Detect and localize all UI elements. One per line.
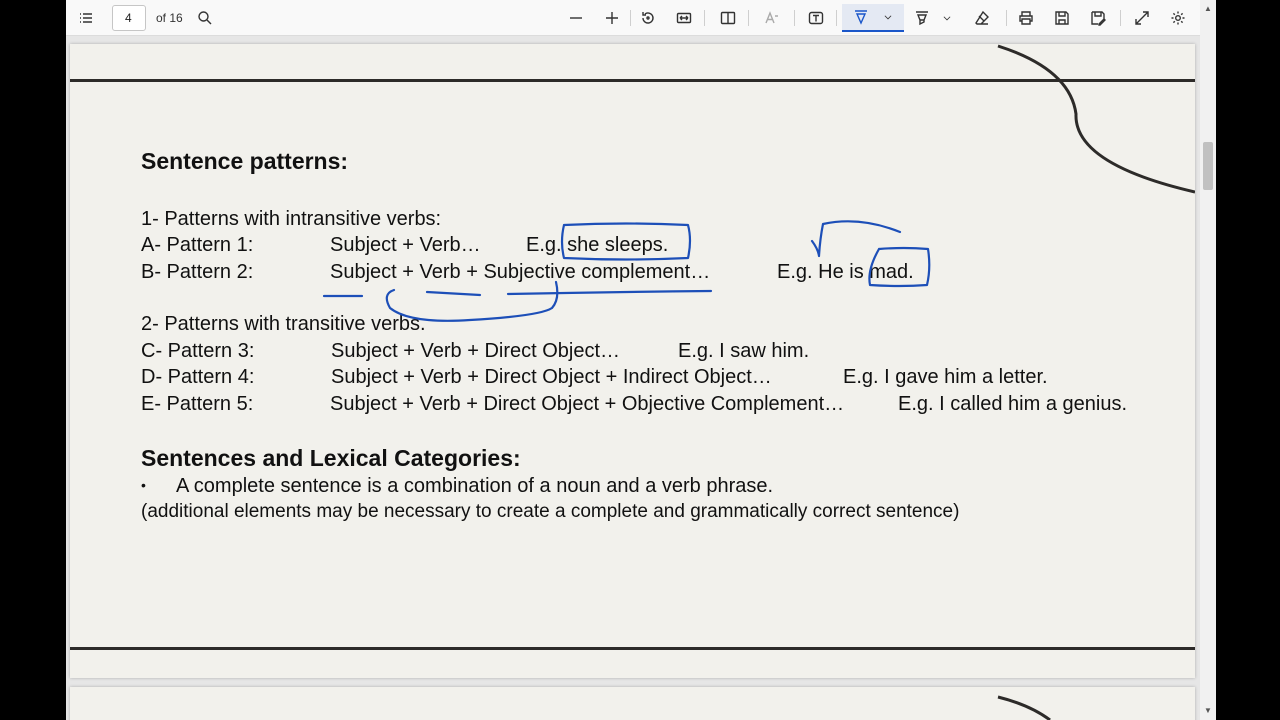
scroll-down-icon[interactable]: ▼ bbox=[1204, 706, 1212, 715]
fullscreen-icon[interactable] bbox=[1128, 4, 1156, 32]
intransitive-title: 1- Patterns with intransitive verbs: bbox=[141, 208, 442, 230]
settings-icon[interactable] bbox=[1164, 4, 1192, 32]
zoom-in-icon[interactable] bbox=[598, 4, 626, 32]
highlight-icon[interactable] bbox=[908, 4, 936, 32]
print-icon[interactable] bbox=[1012, 4, 1040, 32]
page-view-icon[interactable] bbox=[714, 4, 742, 32]
pattern-formula: Subject + Verb + Subjective complement… bbox=[330, 261, 711, 283]
pdf-page-next bbox=[70, 687, 1195, 720]
save-icon[interactable] bbox=[1048, 4, 1076, 32]
pattern-label: A- Pattern 1: bbox=[141, 234, 254, 256]
draw-icon[interactable] bbox=[842, 4, 904, 32]
page-decoration bbox=[997, 695, 1051, 720]
pattern-label: B- Pattern 2: bbox=[141, 261, 254, 283]
page-total-label: of 16 bbox=[156, 11, 183, 25]
search-icon[interactable] bbox=[191, 4, 219, 32]
rotate-icon[interactable] bbox=[634, 4, 662, 32]
pattern-label: D- Pattern 4: bbox=[141, 366, 255, 388]
pattern-formula: Subject + Verb + Direct Object + Indirec… bbox=[331, 366, 772, 388]
pattern-example: E.g. I gave him a letter. bbox=[843, 366, 1048, 388]
top-rule bbox=[70, 79, 1195, 82]
zoom-out-icon[interactable] bbox=[562, 4, 590, 32]
contents-icon[interactable] bbox=[72, 4, 100, 32]
pattern-formula: Subject + Verb + Direct Object… bbox=[331, 340, 621, 362]
scroll-up-icon[interactable]: ▲ bbox=[1204, 4, 1212, 13]
fit-page-icon[interactable] bbox=[670, 4, 698, 32]
bottom-rule bbox=[70, 647, 1195, 650]
pattern-example: E.g. I called him a genius. bbox=[898, 393, 1128, 415]
pattern-formula: Subject + Verb + Direct Object + Objecti… bbox=[330, 393, 845, 415]
transitive-title: 2- Patterns with transitive verbs. bbox=[141, 313, 426, 335]
page-number-input[interactable] bbox=[112, 5, 146, 31]
erase-icon[interactable] bbox=[968, 4, 996, 32]
pattern-label: E- Pattern 5: bbox=[141, 393, 254, 415]
pattern-formula: Subject + Verb… bbox=[330, 234, 481, 256]
pattern-example: E.g. she sleeps. bbox=[526, 234, 669, 256]
scrollbar[interactable]: ▲ ▼ bbox=[1200, 0, 1216, 720]
heading-sentence-patterns: Sentence patterns: bbox=[141, 148, 349, 174]
bullet-dot: • bbox=[141, 477, 146, 493]
pattern-example: E.g. He is mad. bbox=[777, 261, 914, 283]
add-text-icon[interactable] bbox=[802, 4, 830, 32]
save-as-icon[interactable] bbox=[1084, 4, 1112, 32]
pattern-label: C- Pattern 3: bbox=[141, 340, 255, 362]
scroll-thumb[interactable] bbox=[1203, 142, 1213, 190]
pdf-viewer: of 16 bbox=[66, 0, 1216, 720]
pdf-page: Sentence patterns: 1- Patterns with intr… bbox=[70, 44, 1195, 678]
heading-lexical-categories: Sentences and Lexical Categories: bbox=[141, 445, 521, 471]
read-aloud-icon[interactable] bbox=[758, 4, 786, 32]
chevron-down-icon[interactable] bbox=[938, 4, 956, 32]
bullet-text: A complete sentence is a combination of … bbox=[176, 475, 774, 497]
note-text: (additional elements may be necessary to… bbox=[141, 501, 960, 522]
pattern-example: E.g. I saw him. bbox=[678, 340, 810, 362]
toolbar: of 16 bbox=[66, 0, 1216, 36]
